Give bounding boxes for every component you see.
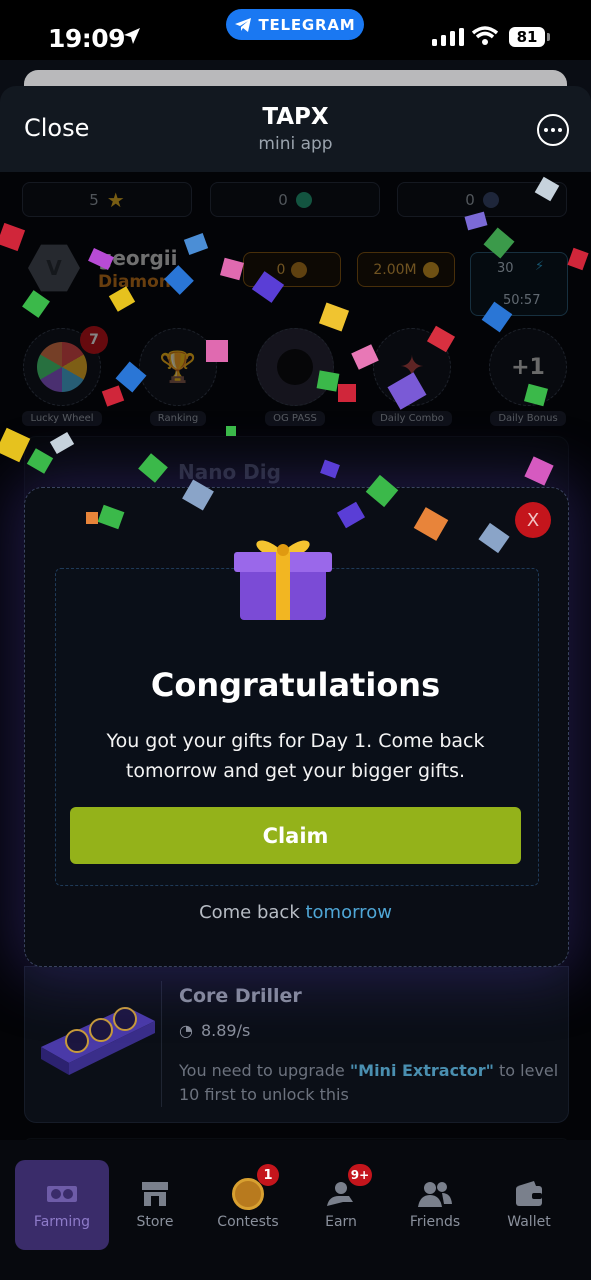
note-highlight: "Mini Extractor" [349, 1061, 494, 1080]
telegram-label: TELEGRAM [258, 15, 356, 34]
modal-close-button[interactable]: X [515, 502, 551, 538]
nav-label: Earn [325, 1214, 357, 1230]
miniapp-header: Close TAPX mini app [0, 86, 591, 172]
location-arrow-icon [124, 28, 140, 44]
card-divider [161, 981, 162, 1107]
app-subtitle: mini app [258, 134, 333, 154]
battery-indicator: 81 [509, 27, 550, 47]
gpu-card-icon [41, 1007, 155, 1075]
earn-badge: 9+ [348, 1164, 372, 1186]
nav-friends[interactable]: Friends [388, 1160, 482, 1250]
nav-label: Friends [409, 1214, 461, 1230]
nav-label: Store [136, 1214, 174, 1230]
contests-badge: 1 [257, 1164, 279, 1186]
gpu-icon [15, 1174, 109, 1214]
clock: 19:09 [48, 24, 126, 53]
speedometer-icon: ◔ [179, 1021, 193, 1040]
wallet-icon [482, 1174, 576, 1214]
friends-icon [388, 1174, 482, 1214]
card-title: Core Driller [179, 985, 302, 1007]
rate-value: 8.89/s [200, 1021, 251, 1040]
nav-farming[interactable]: Farming [15, 1160, 109, 1250]
comeback-prefix: Come back [199, 902, 300, 923]
card-rate: ◔ 8.89/s [179, 1021, 250, 1040]
telegram-icon [235, 17, 252, 32]
app-title: TAPX [262, 104, 329, 130]
nav-label: Farming [33, 1214, 91, 1230]
earn-icon [294, 1174, 388, 1214]
unlock-requirement: You need to upgrade "Mini Extractor" to … [179, 1059, 559, 1107]
wifi-icon [472, 26, 498, 45]
nav-earn[interactable]: Earn 9+ [294, 1160, 388, 1250]
mining-card-core-driller[interactable]: Core Driller ◔ 8.89/s You need to upgrad… [24, 966, 569, 1123]
more-options-button[interactable] [537, 114, 569, 146]
contest-coin-icon [201, 1174, 295, 1214]
claim-button[interactable]: Claim [70, 807, 521, 864]
come-back-note: Come back tomorrow [24, 902, 567, 923]
modal-message: You got your gifts for Day 1. Come back … [106, 730, 485, 782]
status-bar: 19:09 TELEGRAM 81 [0, 0, 591, 60]
nav-contests[interactable]: Contests 1 [201, 1160, 295, 1250]
telegram-pill[interactable]: TELEGRAM [226, 9, 364, 40]
note-prefix: You need to upgrade [179, 1061, 350, 1080]
store-icon [108, 1174, 202, 1214]
signal-icon [432, 28, 464, 46]
gift-box-icon [234, 540, 332, 620]
nav-label: Contests [217, 1214, 279, 1230]
nav-label: Wallet [507, 1214, 551, 1230]
nav-store[interactable]: Store [108, 1160, 202, 1250]
bottom-navigation: Farming Store Contests 1 Earn 9+ Friends… [0, 1140, 591, 1280]
modal-title: Congratulations [150, 666, 441, 704]
comeback-link[interactable]: tomorrow [305, 902, 391, 923]
nav-wallet[interactable]: Wallet [482, 1160, 576, 1250]
